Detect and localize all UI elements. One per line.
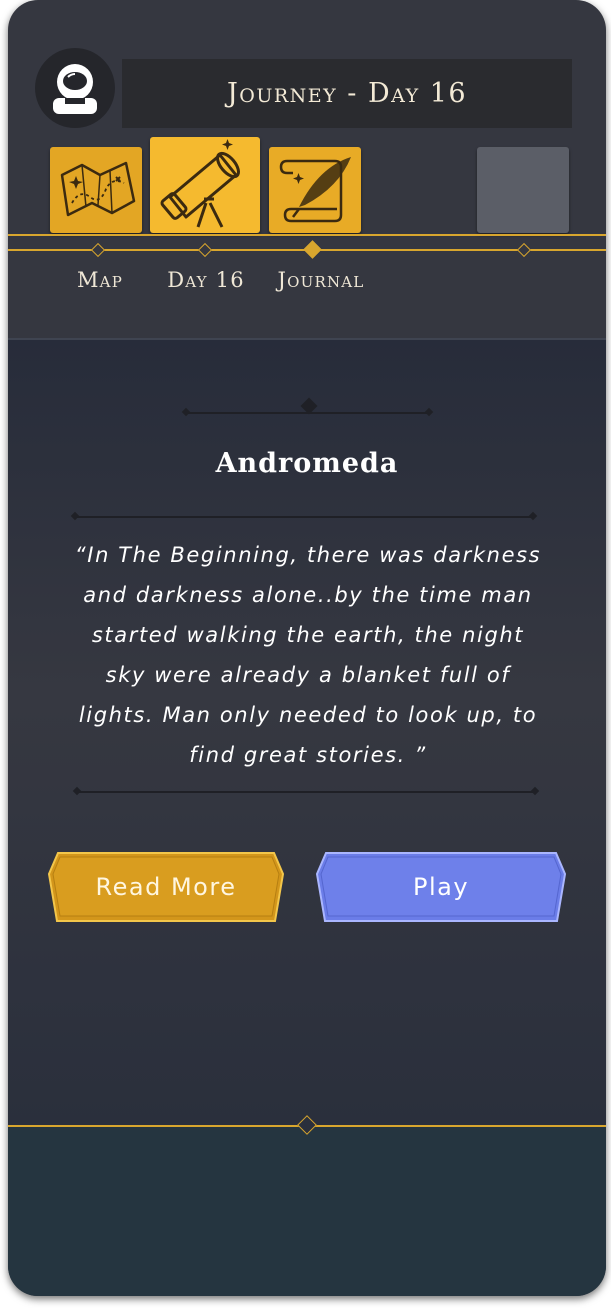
tab-rail-line bbox=[8, 234, 606, 236]
read-more-button[interactable]: Read More bbox=[48, 852, 284, 922]
play-label: Play bbox=[412, 873, 470, 901]
tab-map-tile[interactable] bbox=[50, 147, 142, 233]
footer-panel bbox=[8, 1126, 606, 1296]
quote-line: sky were already a blanket full of bbox=[105, 663, 511, 687]
app-frame: Journey - Day 16 Map Day 16 Journal Andr… bbox=[8, 0, 606, 1296]
tab-empty-slot bbox=[477, 147, 569, 233]
story-quote: “In The Beginning, there was darkness an… bbox=[63, 535, 553, 775]
profile-avatar[interactable] bbox=[35, 48, 115, 128]
read-more-label: Read More bbox=[95, 873, 237, 901]
tab-journal-tile[interactable] bbox=[269, 147, 361, 233]
rail-marker bbox=[516, 242, 532, 258]
quote-line: lights. Man only needed to look up, to bbox=[78, 703, 538, 727]
tab-journal[interactable]: Journal bbox=[266, 268, 376, 292]
quote-line: “In The Beginning, there was darkness bbox=[74, 543, 542, 567]
tab-day16[interactable]: Day 16 bbox=[156, 268, 256, 292]
rail-marker-active bbox=[303, 240, 322, 259]
telescope-icon bbox=[160, 139, 240, 228]
quote-line: find great stories. ” bbox=[189, 743, 427, 767]
story-title: Andromeda bbox=[215, 448, 399, 479]
play-button[interactable]: Play bbox=[316, 852, 566, 922]
rail-marker bbox=[90, 242, 106, 258]
treasure-map-icon bbox=[60, 161, 136, 217]
astronaut-icon bbox=[53, 64, 97, 114]
page-title: Journey - Day 16 bbox=[122, 59, 572, 128]
tab-map[interactable]: Map bbox=[52, 268, 148, 292]
quill-scroll-icon bbox=[279, 157, 351, 223]
tab-day16-tile[interactable] bbox=[150, 137, 260, 233]
rail-marker bbox=[197, 242, 213, 258]
quote-line: and darkness alone..by the time man bbox=[83, 583, 533, 607]
quote-divider bbox=[78, 791, 536, 793]
quote-line: started walking the earth, the night bbox=[91, 623, 525, 647]
title-divider bbox=[76, 516, 534, 518]
